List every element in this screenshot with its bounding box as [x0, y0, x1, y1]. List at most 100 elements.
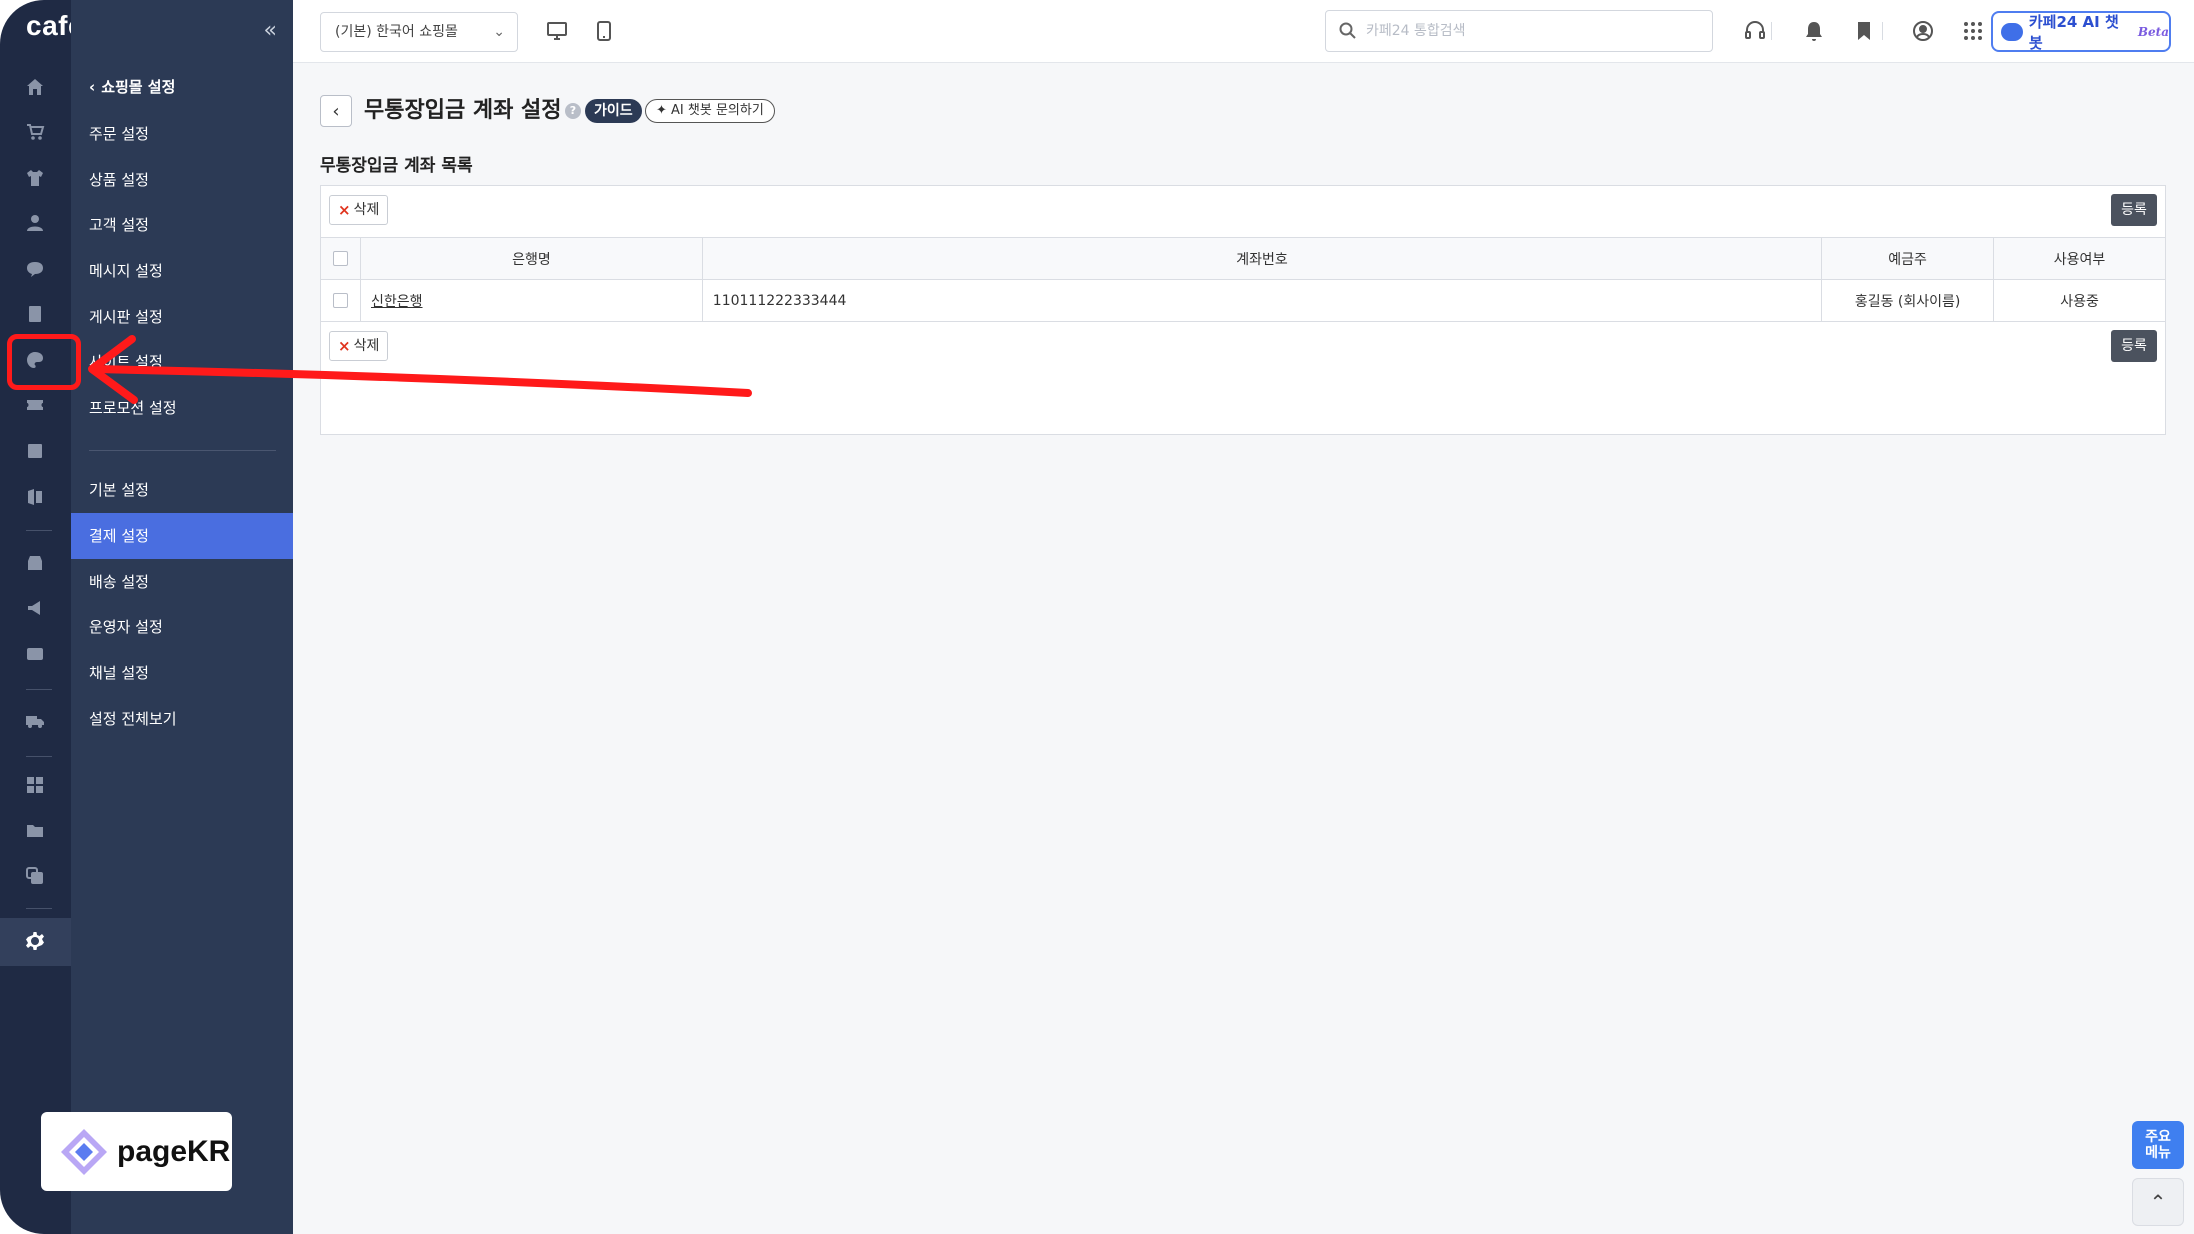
apps-icon[interactable]: [24, 774, 46, 796]
status-cell: 사용중: [1993, 279, 2166, 322]
collapse-menu-icon[interactable]: «: [264, 18, 277, 43]
menu-item-view-all[interactable]: 설정 전체보기: [71, 696, 293, 742]
row-checkbox[interactable]: [332, 293, 348, 308]
help-icon[interactable]: ?: [565, 103, 581, 119]
scroll-top-button[interactable]: ⌃: [2132, 1178, 2184, 1226]
chat-icon[interactable]: [24, 258, 46, 280]
register-button-top[interactable]: 등록: [2111, 194, 2157, 226]
account-table: 은행명 계좌번호 예금주 사용여부 신한은행 110111222333444 홍…: [320, 237, 2166, 322]
main-content: ‹ 무통장입금 계좌 설정 ? 가이드 ✦ AI 챗봇 문의하기 무통장입금 계…: [293, 63, 2194, 1234]
ticket-icon[interactable]: [24, 394, 46, 416]
highlight-box: [7, 334, 81, 390]
search-input[interactable]: [1366, 19, 1696, 43]
megaphone-icon[interactable]: [24, 597, 46, 619]
global-search[interactable]: [1325, 10, 1713, 52]
beta-label: Beta: [2137, 24, 2169, 39]
main-menu-float-button[interactable]: 주요 메뉴: [2132, 1121, 2184, 1169]
gear-icon[interactable]: [24, 930, 46, 952]
row-select-cell: [320, 279, 361, 322]
menu-item-shipping[interactable]: 배송 설정: [71, 559, 293, 605]
sparkle-icon: ✦: [656, 103, 672, 118]
back-label: 쇼핑몰 설정: [101, 78, 176, 96]
account-number-cell: 110111222333444: [701, 279, 1823, 322]
menu-item-customer[interactable]: 고객 설정: [71, 202, 293, 248]
menu-item-site[interactable]: 사이트 설정: [71, 339, 293, 385]
select-all-checkbox[interactable]: [332, 251, 348, 266]
guide-badge[interactable]: 가이드: [585, 99, 642, 123]
menu-item-channel[interactable]: 채널 설정: [71, 650, 293, 696]
store-icon[interactable]: [24, 552, 46, 574]
mobile-view-icon[interactable]: [591, 18, 617, 44]
bookmark-icon[interactable]: [1851, 18, 1877, 44]
headset-icon[interactable]: [1742, 18, 1768, 44]
settings-menu: « ‹ 쇼핑몰 설정 주문 설정 상품 설정 고객 설정 메시지 설정 게시판 …: [71, 0, 293, 1234]
select-all-cell: [320, 237, 361, 280]
topbar-divider: [1882, 22, 1883, 40]
col-header-holder[interactable]: 예금주: [1821, 237, 1995, 280]
menu-item-promotion[interactable]: 프로모션 설정: [71, 385, 293, 431]
col-header-bank[interactable]: 은행명: [359, 237, 703, 280]
col-header-account[interactable]: 계좌번호: [701, 237, 1823, 280]
bank-link[interactable]: 신한은행: [361, 294, 423, 310]
truck-icon[interactable]: [24, 710, 46, 732]
home-icon[interactable]: [24, 76, 46, 98]
pagekr-logo-icon: [61, 1128, 107, 1175]
shop-select-value: (기본) 한국어 쇼핑몰: [335, 24, 458, 40]
close-icon: ×: [338, 201, 351, 219]
bell-icon[interactable]: [1801, 18, 1827, 44]
rail-divider: [26, 908, 52, 909]
delete-label: 삭제: [353, 338, 380, 354]
chatbot-icon: [2001, 22, 2023, 41]
bank-cell: 신한은행: [359, 279, 703, 322]
menu-item-board[interactable]: 게시판 설정: [71, 294, 293, 340]
book-icon[interactable]: [24, 486, 46, 508]
delete-button-bottom[interactable]: × 삭제: [329, 331, 389, 361]
account-list-panel: × 삭제 등록 은행명 계좌번호 예금주 사용여부 신한은행 110111222…: [320, 185, 2166, 435]
desktop-view-icon[interactable]: [544, 18, 570, 44]
float-menu-line1: 주요: [2145, 1129, 2171, 1145]
shop-select[interactable]: (기본) 한국어 쇼핑몰 ⌄: [320, 12, 518, 52]
pagekr-watermark: pageKR: [41, 1112, 232, 1191]
card-icon[interactable]: [24, 643, 46, 665]
ai-chatbot-button[interactable]: 카페24 AI 챗봇 Beta: [1991, 11, 2171, 52]
float-menu-line2: 메뉴: [2145, 1145, 2171, 1161]
rail-divider: [26, 689, 52, 690]
chevron-left-icon: ‹: [332, 100, 340, 122]
menu-item-basic[interactable]: 기본 설정: [71, 467, 293, 513]
shirt-icon[interactable]: [24, 167, 46, 189]
board-icon[interactable]: [24, 303, 46, 325]
menu-item-order[interactable]: 주문 설정: [71, 111, 293, 157]
holder-cell: 홍길동 (회사이름): [1821, 279, 1995, 322]
account-icon[interactable]: [1910, 18, 1936, 44]
menu-item-message[interactable]: 메시지 설정: [71, 248, 293, 294]
delete-label: 삭제: [353, 202, 380, 218]
search-icon: [1339, 22, 1356, 39]
ai-inquiry-label: AI 챗봇 문의하기: [671, 103, 764, 118]
copy-icon[interactable]: [24, 865, 46, 887]
menu-item-payment[interactable]: 결제 설정: [71, 513, 293, 559]
table-header-row: 은행명 계좌번호 예금주 사용여부: [320, 237, 2166, 280]
page-title: 무통장입금 계좌 설정: [364, 98, 562, 123]
user-icon[interactable]: [24, 212, 46, 234]
menu-item-operator[interactable]: 운영자 설정: [71, 604, 293, 650]
back-to-shop-settings[interactable]: ‹ 쇼핑몰 설정: [89, 76, 175, 97]
chart-icon[interactable]: [24, 440, 46, 462]
chatbot-label: 카페24 AI 챗봇: [2028, 12, 2119, 52]
close-icon: ×: [338, 337, 351, 355]
menu-divider: [89, 450, 276, 451]
rail-divider: [26, 530, 52, 531]
topbar-divider: [1771, 22, 1772, 40]
cart-icon[interactable]: [24, 121, 46, 143]
ai-inquiry-button[interactable]: ✦ AI 챗봇 문의하기: [645, 99, 775, 123]
app-frame: cafe24 « ‹ 쇼핑몰 설정 주문 설정 상품 설정 고객 설정: [0, 0, 2194, 1234]
menu-item-product[interactable]: 상품 설정: [71, 157, 293, 203]
col-header-status[interactable]: 사용여부: [1993, 237, 2166, 280]
apps-grid-icon[interactable]: [1960, 18, 1986, 44]
folder-icon[interactable]: [24, 820, 46, 842]
delete-button-top[interactable]: × 삭제: [329, 195, 389, 225]
rail-divider: [26, 756, 52, 757]
pagekr-logo-text: pageKR: [117, 1134, 231, 1168]
back-button[interactable]: ‹: [320, 95, 352, 127]
register-button-bottom[interactable]: 등록: [2111, 330, 2157, 362]
chevron-left-icon: ‹: [89, 77, 96, 96]
